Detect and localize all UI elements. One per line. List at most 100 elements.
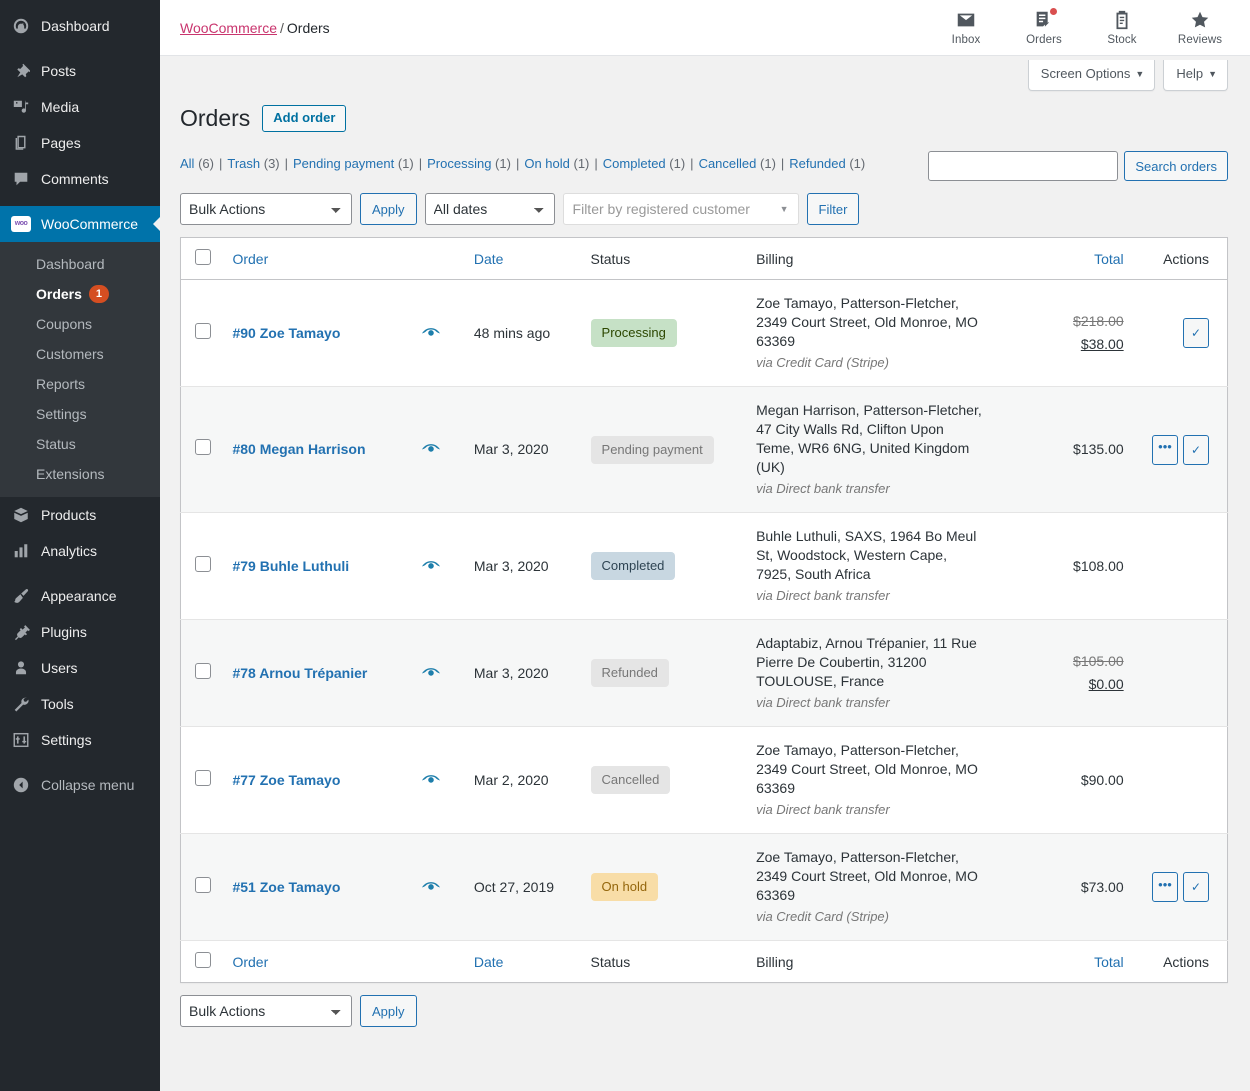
activity-tab-inbox[interactable]: Inbox: [938, 9, 994, 46]
table-row[interactable]: #77 Zoe Tamayo Mar 2, 2020 Cancelled Zoe…: [181, 727, 1228, 834]
sidebar-item-users[interactable]: Users: [0, 650, 160, 686]
submenu-item-dashboard[interactable]: Dashboard: [0, 249, 160, 279]
sidebar-item-analytics[interactable]: Analytics: [0, 533, 160, 569]
sidebar-item-dashboard[interactable]: Dashboard: [0, 8, 160, 44]
submenu-item-customers[interactable]: Customers: [0, 339, 160, 369]
sort-date-link[interactable]: Date: [474, 251, 504, 267]
status-filter-on-hold[interactable]: On hold: [524, 156, 570, 171]
sidebar-item-settings[interactable]: Settings: [0, 722, 160, 758]
activity-tab-reviews[interactable]: Reviews: [1172, 9, 1228, 46]
order-link[interactable]: #77 Zoe Tamayo: [232, 771, 340, 790]
sort-date-link-footer[interactable]: Date: [474, 954, 504, 970]
filter-separator: |: [690, 156, 693, 171]
woocommerce-submenu: Dashboard Orders 1 Coupons Customers Rep…: [0, 242, 160, 497]
collapse-menu-button[interactable]: Collapse menu: [0, 767, 160, 803]
order-link[interactable]: #80 Megan Harrison: [232, 440, 365, 459]
activity-tab-orders[interactable]: Orders: [1016, 9, 1072, 46]
search-orders-button[interactable]: Search orders: [1124, 151, 1228, 181]
mark-complete-button[interactable]: ✓: [1183, 872, 1209, 902]
sidebar-item-woocommerce[interactable]: woo WooCommerce: [0, 206, 160, 242]
apply-button-top[interactable]: Apply: [360, 193, 417, 225]
submenu-item-coupons[interactable]: Coupons: [0, 309, 160, 339]
row-checkbox[interactable]: [195, 663, 211, 679]
status-filter-pending-payment[interactable]: Pending payment: [293, 156, 394, 171]
original-total: $105.00: [1005, 652, 1124, 671]
row-select-cell: [181, 513, 223, 620]
preview-eye-icon[interactable]: [422, 882, 440, 893]
table-row[interactable]: #79 Buhle Luthuli Mar 3, 2020 Completed …: [181, 513, 1228, 620]
row-checkbox[interactable]: [195, 439, 211, 455]
preview-eye-icon[interactable]: [422, 561, 440, 572]
table-row[interactable]: #51 Zoe Tamayo Oct 27, 2019 On hold Zoe …: [181, 834, 1228, 941]
preview-eye-icon[interactable]: [422, 444, 440, 455]
row-checkbox[interactable]: [195, 877, 211, 893]
sidebar-item-products[interactable]: Products: [0, 497, 160, 533]
bulk-actions-select-bottom[interactable]: Bulk Actions: [180, 995, 352, 1027]
row-date-cell: Mar 3, 2020: [464, 513, 581, 620]
table-row[interactable]: #78 Arnou Trépanier Mar 3, 2020 Refunded…: [181, 620, 1228, 727]
status-filter-processing[interactable]: Processing: [427, 156, 491, 171]
order-link[interactable]: #79 Buhle Luthuli: [232, 557, 349, 576]
breadcrumb-separator: /: [280, 20, 284, 36]
sidebar-item-comments[interactable]: Comments: [0, 161, 160, 197]
search-input[interactable]: [928, 151, 1118, 181]
add-order-button[interactable]: Add order: [262, 105, 346, 132]
submenu-item-extensions[interactable]: Extensions: [0, 459, 160, 489]
sidebar-item-media[interactable]: Media: [0, 89, 160, 125]
mark-complete-button[interactable]: ✓: [1183, 318, 1209, 348]
row-checkbox[interactable]: [195, 770, 211, 786]
row-actions-cell: ••• ✓: [1134, 834, 1228, 941]
sidebar-item-appearance[interactable]: Appearance: [0, 578, 160, 614]
preview-eye-icon[interactable]: [422, 775, 440, 786]
sort-total-link[interactable]: Total: [1094, 251, 1124, 267]
submenu-item-status[interactable]: Status: [0, 429, 160, 459]
status-filter-refunded[interactable]: Refunded: [789, 156, 845, 171]
submenu-item-label: Coupons: [36, 315, 92, 333]
table-row[interactable]: #80 Megan Harrison Mar 3, 2020 Pending p…: [181, 387, 1228, 513]
submenu-item-reports[interactable]: Reports: [0, 369, 160, 399]
order-link[interactable]: #51 Zoe Tamayo: [232, 878, 340, 897]
order-link[interactable]: #90 Zoe Tamayo: [232, 324, 340, 343]
screen-meta-bar: Screen Options▼ Help▼: [160, 56, 1250, 96]
submenu-item-orders[interactable]: Orders 1: [0, 279, 160, 309]
date-filter-select[interactable]: All dates: [425, 193, 555, 225]
help-button[interactable]: Help▼: [1163, 60, 1228, 91]
screen-options-button[interactable]: Screen Options▼: [1028, 60, 1156, 91]
mark-complete-button[interactable]: ✓: [1183, 435, 1209, 465]
preview-eye-icon[interactable]: [422, 668, 440, 679]
row-status-cell: Processing: [581, 280, 747, 387]
mark-processing-button[interactable]: •••: [1152, 872, 1178, 902]
row-checkbox[interactable]: [195, 323, 211, 339]
row-select-cell: [181, 727, 223, 834]
bulk-actions-select-top[interactable]: Bulk Actions: [180, 193, 352, 225]
table-row[interactable]: #90 Zoe Tamayo 48 mins ago Processing Zo…: [181, 280, 1228, 387]
sidebar-item-plugins[interactable]: Plugins: [0, 614, 160, 650]
sidebar-item-tools[interactable]: Tools: [0, 686, 160, 722]
sidebar-item-label: Pages: [41, 133, 81, 153]
breadcrumb-woocommerce-link[interactable]: WooCommerce: [180, 20, 277, 36]
select-all-checkbox[interactable]: [195, 249, 211, 265]
order-link[interactable]: #78 Arnou Trépanier: [232, 664, 367, 683]
status-filter-completed[interactable]: Completed: [603, 156, 666, 171]
status-filter-trash[interactable]: Trash: [227, 156, 260, 171]
chevron-down-icon: ▼: [780, 204, 789, 214]
status-filter-cancelled[interactable]: Cancelled: [699, 156, 757, 171]
activity-tab-stock[interactable]: Stock: [1094, 9, 1150, 46]
sort-order-link-footer[interactable]: Order: [232, 954, 268, 970]
preview-eye-icon[interactable]: [422, 328, 440, 339]
filter-button[interactable]: Filter: [807, 193, 860, 225]
sidebar-item-label: Products: [41, 505, 96, 525]
select-all-checkbox-footer[interactable]: [195, 952, 211, 968]
apply-button-bottom[interactable]: Apply: [360, 995, 417, 1027]
status-filter-all[interactable]: All: [180, 156, 194, 171]
activity-tab-label: Stock: [1107, 34, 1136, 46]
column-header-billing: Billing: [746, 238, 995, 280]
submenu-item-settings[interactable]: Settings: [0, 399, 160, 429]
row-checkbox[interactable]: [195, 556, 211, 572]
sidebar-item-pages[interactable]: Pages: [0, 125, 160, 161]
sort-total-link-footer[interactable]: Total: [1094, 954, 1124, 970]
sort-order-link[interactable]: Order: [232, 251, 268, 267]
mark-processing-button[interactable]: •••: [1152, 435, 1178, 465]
customer-filter-select[interactable]: Filter by registered customer ▼: [563, 193, 799, 225]
sidebar-item-posts[interactable]: Posts: [0, 53, 160, 89]
